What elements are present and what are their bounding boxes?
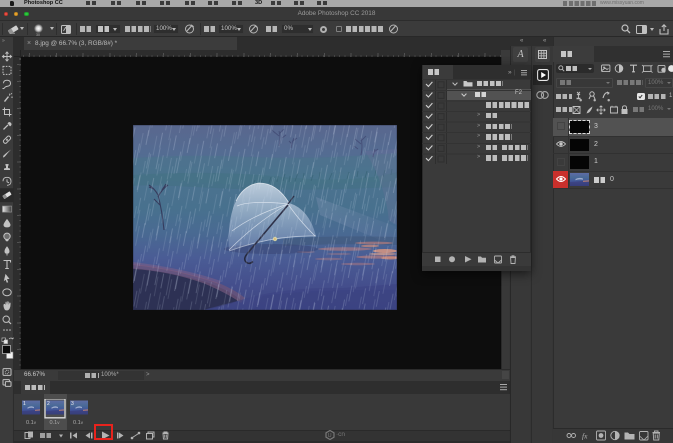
svg-text:2: 2 xyxy=(47,401,50,407)
svg-text:U: U xyxy=(328,433,332,439)
svg-text:3: 3 xyxy=(71,401,74,407)
svg-text:1: 1 xyxy=(23,401,26,407)
svg-text:fx: fx xyxy=(582,432,588,441)
